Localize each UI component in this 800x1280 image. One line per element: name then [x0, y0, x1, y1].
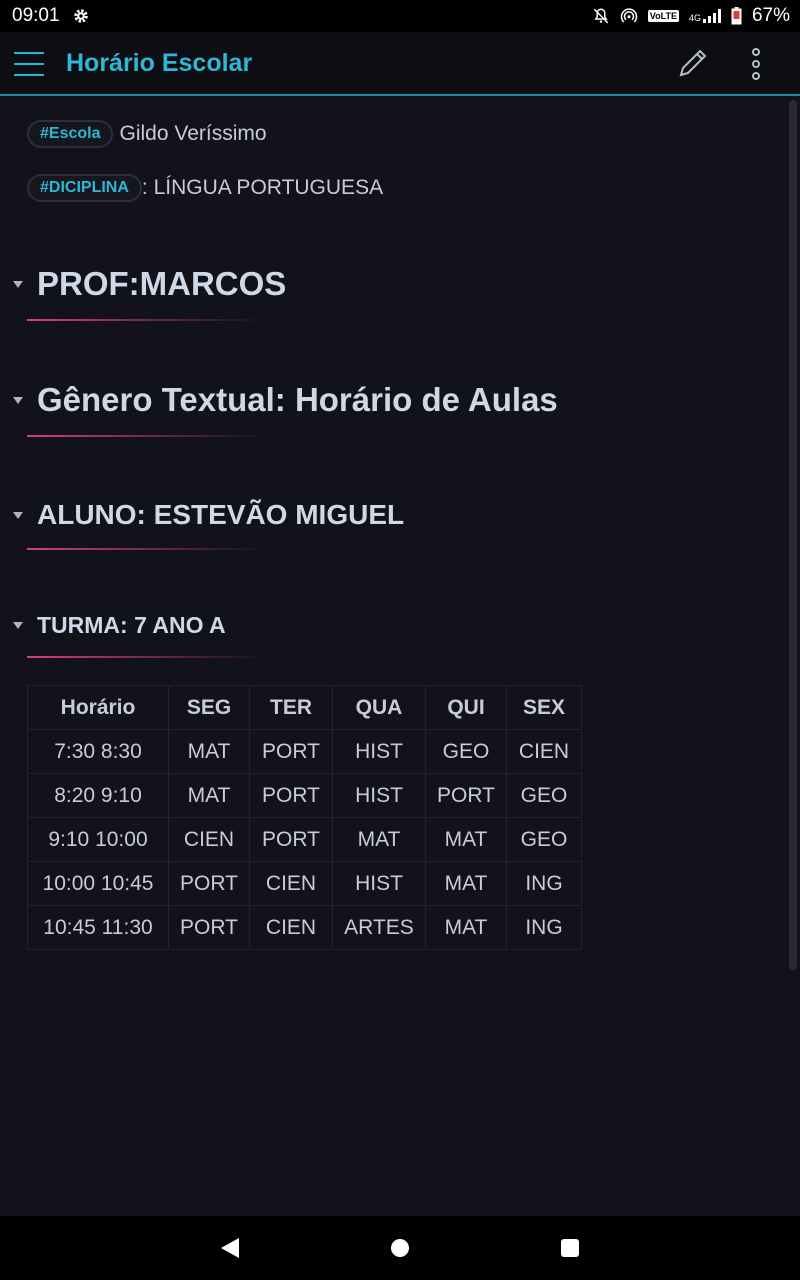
column-header: TER [249, 685, 333, 730]
table-cell: MAT [425, 905, 507, 950]
heading-underline [27, 656, 267, 658]
heading-aluno: ALUNO: ESTEVÃO MIGUEL [0, 499, 404, 531]
heading-genero-text: Gênero Textual: Horário de Aulas [37, 381, 558, 418]
table-cell: PORT [425, 773, 507, 818]
table-cell: PORT [249, 817, 333, 862]
column-header: QUA [332, 685, 426, 730]
hotspot-icon [620, 8, 637, 23]
table-cell: PORT [249, 729, 333, 774]
battery-percentage: 67% [751, 5, 790, 26]
table-cell: MAT [168, 773, 250, 818]
recent-apps-icon[interactable] [561, 1239, 579, 1257]
collapse-caret-icon[interactable] [13, 622, 23, 629]
scrollbar[interactable] [789, 100, 797, 970]
table-cell: HIST [332, 729, 426, 774]
back-icon[interactable] [220, 1237, 240, 1259]
column-header: Horário [27, 685, 169, 730]
table-cell: PORT [168, 861, 250, 906]
collapse-caret-icon[interactable] [13, 396, 23, 404]
heading-prof-text: PROF:MARCOS [37, 265, 287, 302]
navigation-bar [0, 1216, 800, 1280]
home-icon[interactable] [391, 1239, 409, 1257]
tag-line-escola: #Escola Gildo Veríssimo [27, 120, 267, 148]
table-cell: HIST [332, 773, 426, 818]
bell-off-icon [593, 8, 609, 24]
volte-badge: VoLTE [647, 10, 679, 22]
table-cell: CIEN [506, 729, 582, 774]
table-cell: CIEN [249, 861, 333, 906]
table-cell: 8:20 9:10 [27, 773, 169, 818]
tag-line-disciplina: #DICIPLINA : LÍNGUA PORTUGUESA [27, 174, 383, 202]
collapse-caret-icon[interactable] [13, 280, 23, 288]
table-cell: MAT [425, 817, 507, 862]
table-cell: GEO [506, 773, 582, 818]
heading-underline [27, 435, 267, 437]
battery-icon [731, 7, 742, 25]
hamburger-menu-icon[interactable] [14, 52, 44, 76]
signal-group: 4G [689, 9, 721, 23]
table-cell: ING [506, 905, 582, 950]
table-cell: MAT [332, 817, 426, 862]
table-row: 7:30 8:30 MAT PORT HIST GEO CIEN [27, 729, 582, 774]
table-cell: 10:00 10:45 [27, 861, 169, 906]
gear-icon [73, 9, 88, 23]
table-cell: CIEN [168, 817, 250, 862]
table-cell: 9:10 10:00 [27, 817, 169, 862]
pencil-icon[interactable] [676, 46, 710, 80]
table-cell: 7:30 8:30 [27, 729, 169, 774]
column-header: SEX [506, 685, 582, 730]
status-right: VoLTE 4G 67% [592, 5, 790, 27]
tag-disciplina-value: : LÍNGUA PORTUGUESA [141, 176, 384, 199]
heading-genero: Gênero Textual: Horário de Aulas [0, 381, 558, 419]
signal-icon [702, 9, 721, 23]
status-bar: 09:01 VoLTE 4G 67% [0, 0, 800, 32]
heading-aluno-text: ALUNO: ESTEVÃO MIGUEL [37, 499, 405, 530]
schedule-table: Horário SEG TER QUA QUI SEX 7:30 8:30 MA… [27, 685, 582, 950]
more-vertical-icon[interactable] [744, 46, 768, 82]
heading-prof: PROF:MARCOS [0, 265, 286, 303]
table-cell: ING [506, 861, 582, 906]
table-cell: MAT [168, 729, 250, 774]
heading-underline [27, 548, 267, 550]
network-type: 4G [688, 13, 701, 23]
table-cell: GEO [506, 817, 582, 862]
table-cell: PORT [249, 773, 333, 818]
heading-underline [27, 319, 267, 321]
collapse-caret-icon[interactable] [13, 511, 23, 519]
table-cell: CIEN [249, 905, 333, 950]
column-header: SEG [168, 685, 250, 730]
app-bar: Horário Escolar [0, 32, 800, 96]
tag-escola[interactable]: #Escola [27, 120, 114, 148]
table-row: 10:45 11:30 PORT CIEN ARTES MAT ING [27, 905, 582, 950]
table-header-row: Horário SEG TER QUA QUI SEX [27, 685, 582, 730]
table-cell: PORT [168, 905, 250, 950]
table-cell: 10:45 11:30 [27, 905, 169, 950]
app-title: Horário Escolar [66, 49, 253, 77]
table-cell: MAT [425, 861, 507, 906]
heading-turma: TURMA: 7 ANO A [0, 612, 226, 639]
column-header: QUI [425, 685, 507, 730]
tag-escola-value: Gildo Veríssimo [119, 122, 267, 145]
table-cell: ARTES [332, 905, 426, 950]
status-left: 09:01 [12, 5, 90, 27]
table-row: 10:00 10:45 PORT CIEN HIST MAT ING [27, 861, 582, 906]
status-time: 09:01 [12, 5, 60, 26]
heading-turma-text: TURMA: 7 ANO A [37, 612, 226, 638]
table-row: 9:10 10:00 CIEN PORT MAT MAT GEO [27, 817, 582, 862]
table-cell: HIST [332, 861, 426, 906]
table-cell: GEO [425, 729, 507, 774]
tag-disciplina[interactable]: #DICIPLINA [27, 174, 142, 202]
table-row: 8:20 9:10 MAT PORT HIST PORT GEO [27, 773, 582, 818]
